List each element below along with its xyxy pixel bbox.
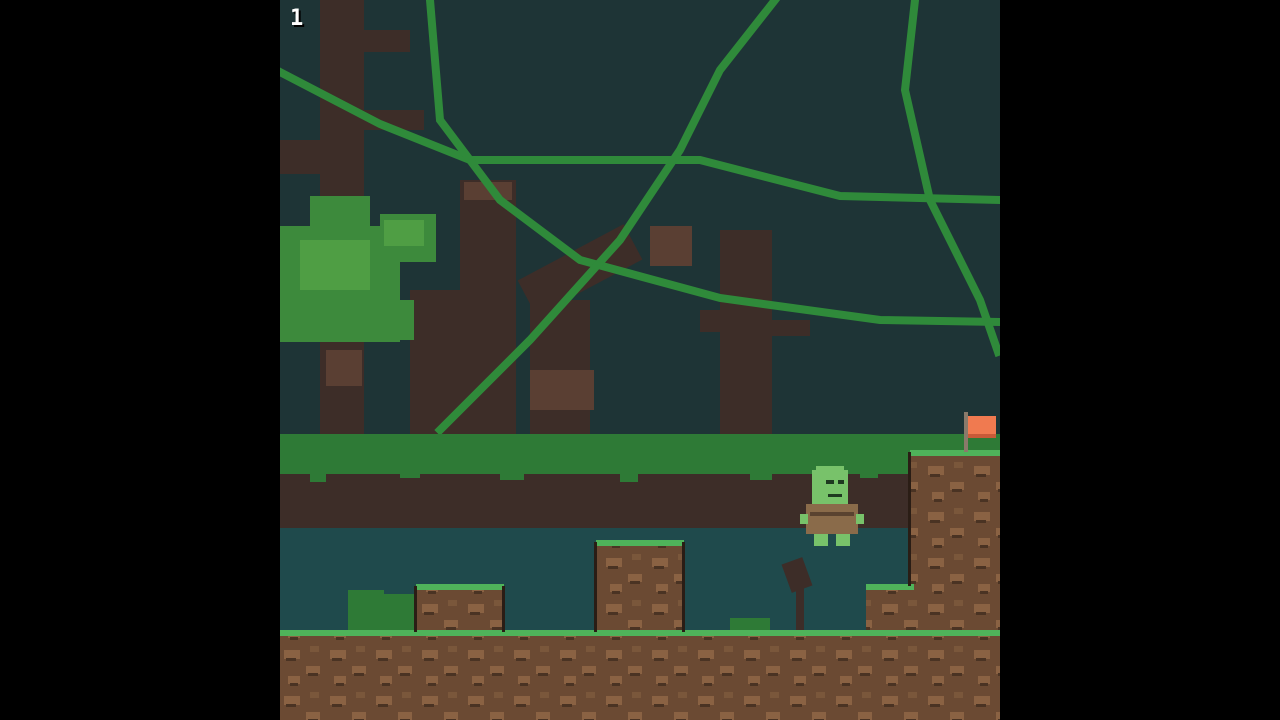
level-counter: 1 <box>290 6 304 31</box>
game-scene <box>280 0 1000 720</box>
foliage <box>280 196 436 342</box>
mossy-log <box>280 434 1000 544</box>
game-viewport[interactable]: 1 <box>280 0 1000 720</box>
